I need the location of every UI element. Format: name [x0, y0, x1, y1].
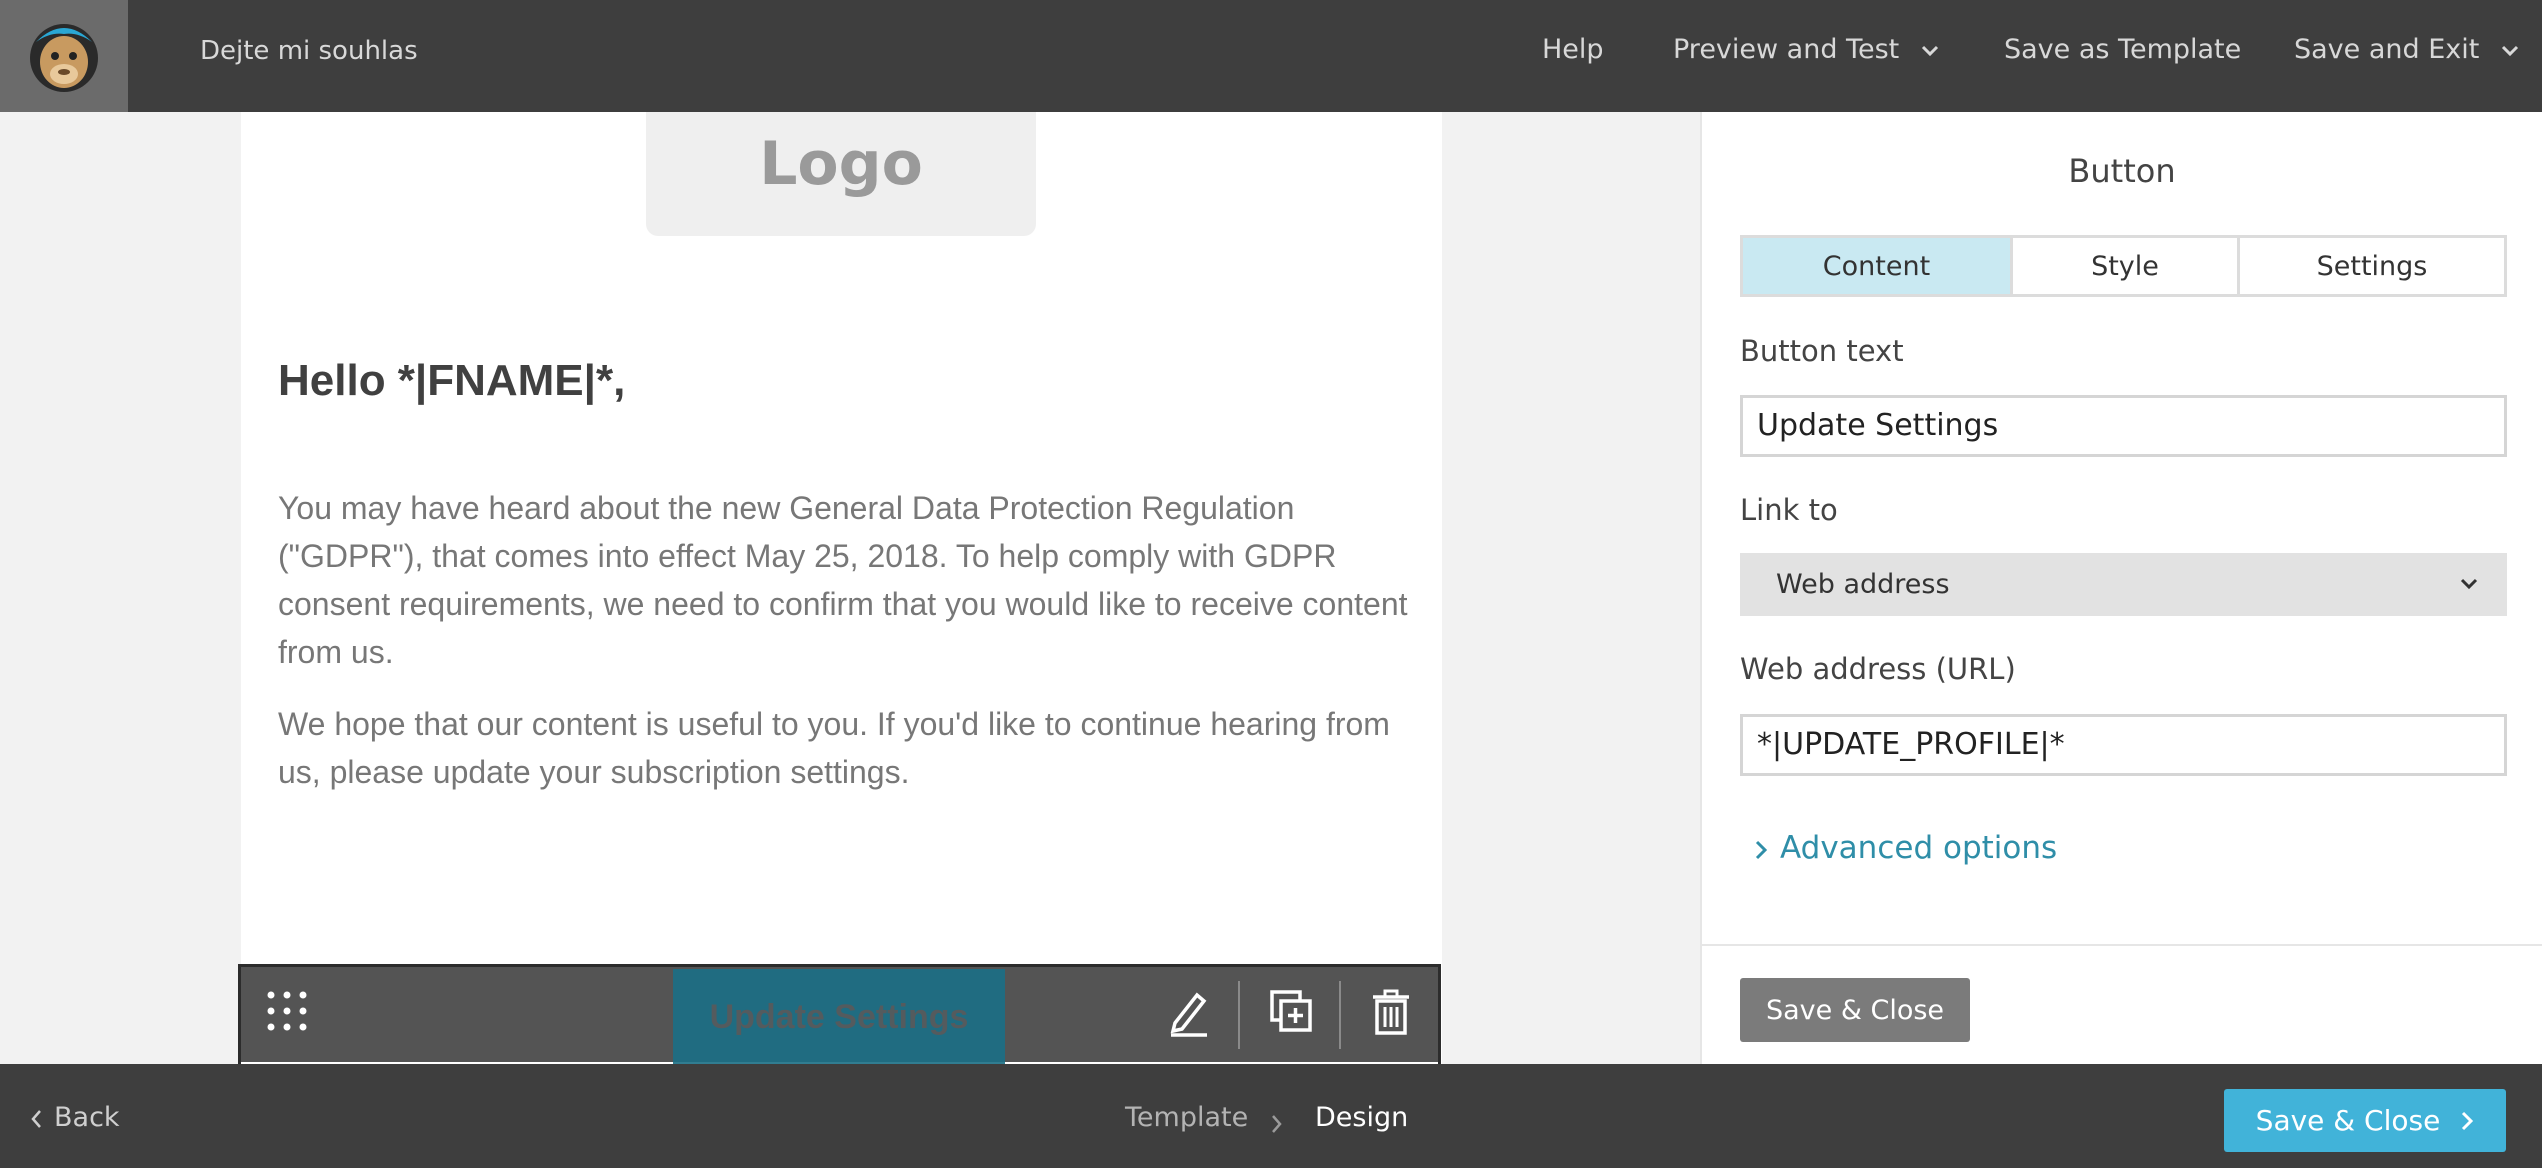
back-button[interactable]: Back: [30, 1102, 120, 1133]
button-block[interactable]: Update Settings: [238, 964, 1441, 1064]
advanced-options-label: Advanced options: [1780, 830, 2058, 866]
back-label: Back: [54, 1102, 120, 1133]
preview-and-test-label: Preview and Test: [1673, 34, 1900, 65]
toolbar-divider: [1339, 981, 1341, 1049]
duplicate-icon[interactable]: [1269, 989, 1313, 1033]
save-as-template-link[interactable]: Save as Template: [2004, 34, 2241, 65]
save-and-exit-menu[interactable]: Save and Exit: [2294, 34, 2520, 65]
app-logo[interactable]: [0, 0, 128, 112]
chevron-right-icon: [1755, 840, 1768, 859]
email-paragraph-2[interactable]: We hope that our content is useful to yo…: [278, 700, 1408, 796]
email-paragraph-1[interactable]: You may have heard about the new General…: [278, 484, 1408, 676]
chevron-right-icon: [1272, 1115, 1282, 1133]
trash-icon[interactable]: [1371, 989, 1411, 1035]
preview-and-test-menu[interactable]: Preview and Test: [1673, 34, 1940, 65]
chevron-down-icon: [2460, 578, 2478, 590]
tab-content[interactable]: Content: [1743, 238, 2013, 294]
panel-save-close-button[interactable]: Save & Close: [1740, 978, 1970, 1042]
tab-style[interactable]: Style: [2013, 238, 2240, 294]
link-to-select[interactable]: Web address: [1740, 553, 2507, 616]
drag-handle-icon[interactable]: [265, 989, 309, 1033]
advanced-options-toggle[interactable]: Advanced options: [1754, 830, 2057, 866]
chevron-right-icon: [2462, 1111, 2474, 1130]
url-label: Web address (URL): [1740, 652, 2016, 686]
url-input[interactable]: *|UPDATE_PROFILE|*: [1740, 714, 2507, 776]
campaign-name: Dejte mi souhlas: [200, 36, 418, 66]
link-to-label: Link to: [1740, 493, 1838, 527]
toolbar-divider: [1238, 981, 1240, 1049]
tab-settings[interactable]: Settings: [2240, 238, 2504, 294]
panel-tabs: Content Style Settings: [1740, 235, 2507, 297]
panel-divider: [1702, 944, 2542, 946]
link-to-value: Web address: [1776, 569, 1950, 600]
panel-title: Button: [2068, 152, 2176, 190]
chevron-left-icon: [31, 1109, 41, 1128]
mailchimp-logo-icon: [30, 24, 98, 92]
update-settings-button-preview[interactable]: Update Settings: [673, 969, 1005, 1064]
logo-placeholder[interactable]: Logo: [646, 112, 1036, 236]
top-bar: Dejte mi souhlas Help Preview and Test S…: [0, 0, 2542, 112]
pencil-icon[interactable]: [1167, 989, 1211, 1037]
button-text-label: Button text: [1740, 334, 1904, 368]
bottom-bar: Back Template Design Save & Close: [0, 1064, 2542, 1168]
email-body: Logo Hello *|FNAME|*, You may have heard…: [241, 112, 1442, 1064]
breadcrumb-design[interactable]: Design: [1315, 1102, 1408, 1133]
email-greeting[interactable]: Hello *|FNAME|*,: [278, 356, 625, 406]
save-and-exit-label: Save and Exit: [2294, 34, 2480, 65]
email-canvas: Logo Hello *|FNAME|*, You may have heard…: [0, 112, 1700, 1064]
chevron-down-icon: [1921, 45, 1938, 56]
chevron-down-icon: [2501, 45, 2519, 56]
button-settings-panel: Button Content Style Settings Button tex…: [1700, 112, 2542, 1064]
breadcrumb-template[interactable]: Template: [1125, 1102, 1248, 1133]
button-text-input[interactable]: Update Settings: [1740, 395, 2507, 457]
save-close-label: Save & Close: [2255, 1104, 2441, 1137]
save-close-button[interactable]: Save & Close: [2224, 1089, 2506, 1152]
help-link[interactable]: Help: [1542, 34, 1604, 65]
